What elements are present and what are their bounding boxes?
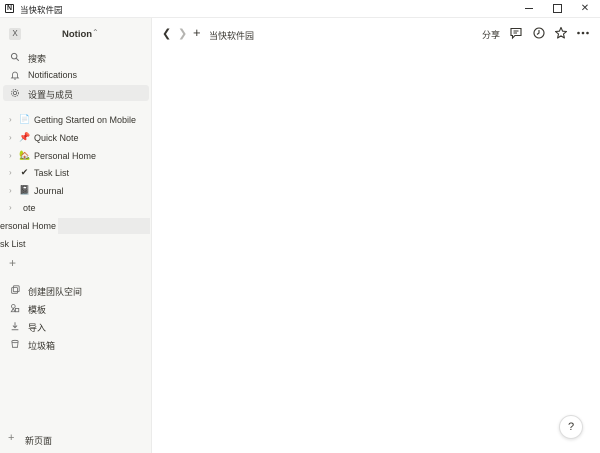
window-titlebar: N 当快软件园 ✕ <box>0 0 600 18</box>
drag-highlight <box>58 218 150 234</box>
sidebar-page-personal-home[interactable]: › 🏡 Personal Home <box>3 148 149 164</box>
sidebar-item-label: 设置与成员 <box>28 90 74 100</box>
import-icon <box>11 322 19 331</box>
checkmark-icon: ✔ <box>20 167 29 177</box>
sidebar-page-quick-note[interactable]: › 📌 Quick Note <box>3 130 149 146</box>
template-icon <box>10 304 20 313</box>
maximize-icon <box>552 3 562 13</box>
new-tab-plus-icon[interactable]: + <box>193 25 201 40</box>
page-title: ote <box>23 203 36 213</box>
sidebar-item-label: 垃圾箱 <box>28 341 56 351</box>
expand-arrow-icon[interactable]: › <box>9 133 12 142</box>
more-options-icon[interactable] <box>576 26 590 40</box>
sidebar-page-task-list[interactable]: › ✔ Task List <box>3 165 149 181</box>
expand-arrow-icon[interactable]: › <box>9 203 12 212</box>
maximize-button[interactable] <box>544 0 570 18</box>
expand-arrow-icon[interactable]: › <box>9 151 12 160</box>
sidebar-item-create-teamspace[interactable]: 创建团队空间 <box>3 282 149 298</box>
sidebar-item-settings[interactable]: 设置与成员 <box>3 85 149 101</box>
sidebar: X Notion ⌃ 搜索 Notifications 设置与成员 › 📄 Ge… <box>0 18 152 453</box>
trash-icon <box>11 339 19 348</box>
breadcrumb[interactable]: 当快软件园 <box>209 29 254 42</box>
workspace-switch-icon[interactable]: ⌃ <box>92 28 99 37</box>
gear-icon <box>11 89 19 97</box>
page-title: Getting Started on Mobile <box>34 115 137 125</box>
close-button[interactable]: ✕ <box>572 0 598 18</box>
page-title: Quick Note <box>34 133 79 143</box>
search-icon <box>10 52 20 62</box>
share-button[interactable]: 分享 <box>482 28 500 41</box>
expand-arrow-icon[interactable]: › <box>9 168 12 177</box>
sidebar-item-search[interactable]: 搜索 <box>3 49 149 65</box>
minimize-button[interactable] <box>516 0 542 18</box>
workspace-badge[interactable]: X <box>9 28 21 40</box>
sidebar-item-label: Notifications <box>28 70 78 80</box>
comment-icon[interactable] <box>509 26 523 40</box>
sidebar-item-templates[interactable]: 模板 <box>3 300 149 316</box>
close-icon: ✕ <box>580 3 590 14</box>
sidebar-item-label: 模板 <box>28 305 47 315</box>
sidebar-item-label: 搜索 <box>28 54 47 64</box>
forward-arrow-icon[interactable]: ❯ <box>178 27 187 40</box>
minimize-icon <box>525 7 533 9</box>
page-title: Journal <box>34 186 64 196</box>
sidebar-item-notifications[interactable]: Notifications <box>3 67 149 83</box>
sidebar-item-import[interactable]: 导入 <box>3 318 149 334</box>
team-icon <box>11 285 20 294</box>
sidebar-page-note-dragging[interactable]: › ote <box>3 200 149 216</box>
notebook-icon: 📓 <box>19 185 31 195</box>
sidebar-item-label: 创建团队空间 <box>28 287 83 297</box>
sidebar-item-trash[interactable]: 垃圾箱 <box>3 336 149 352</box>
ghost-label: ersonal Home <box>0 221 57 231</box>
help-button[interactable]: ? <box>559 415 583 439</box>
ghost-label: sk List <box>0 239 26 249</box>
pin-icon: 📌 <box>19 132 31 142</box>
add-page-button[interactable]: + <box>9 256 16 270</box>
page-title: Personal Home <box>34 151 97 161</box>
drag-ghost-task-list: sk List <box>0 236 150 252</box>
sidebar-item-label: 导入 <box>28 323 47 333</box>
page-icon: 📄 <box>19 114 31 124</box>
page-title: Task List <box>34 168 70 178</box>
main-content: ❮ ❯ + 当快软件园 分享 ? <box>152 18 600 453</box>
workspace-name[interactable]: Notion <box>62 29 92 40</box>
drag-ghost-personal-home: ersonal Home <box>0 218 150 234</box>
new-page-label: 新页面 <box>25 436 53 446</box>
sidebar-page-getting-started[interactable]: › 📄 Getting Started on Mobile <box>3 112 149 128</box>
window-title: 当快软件园 <box>20 5 63 15</box>
clock-icon[interactable] <box>532 26 546 40</box>
sidebar-page-journal[interactable]: › 📓 Journal <box>3 183 149 199</box>
expand-arrow-icon[interactable]: › <box>9 186 12 195</box>
house-icon: 🏡 <box>19 150 31 160</box>
bell-icon <box>10 71 20 80</box>
expand-arrow-icon[interactable]: › <box>9 115 12 124</box>
plus-icon: + <box>8 432 15 444</box>
back-arrow-icon[interactable]: ❮ <box>162 27 171 40</box>
notion-app-icon: N <box>5 4 14 13</box>
star-icon[interactable] <box>554 26 568 40</box>
